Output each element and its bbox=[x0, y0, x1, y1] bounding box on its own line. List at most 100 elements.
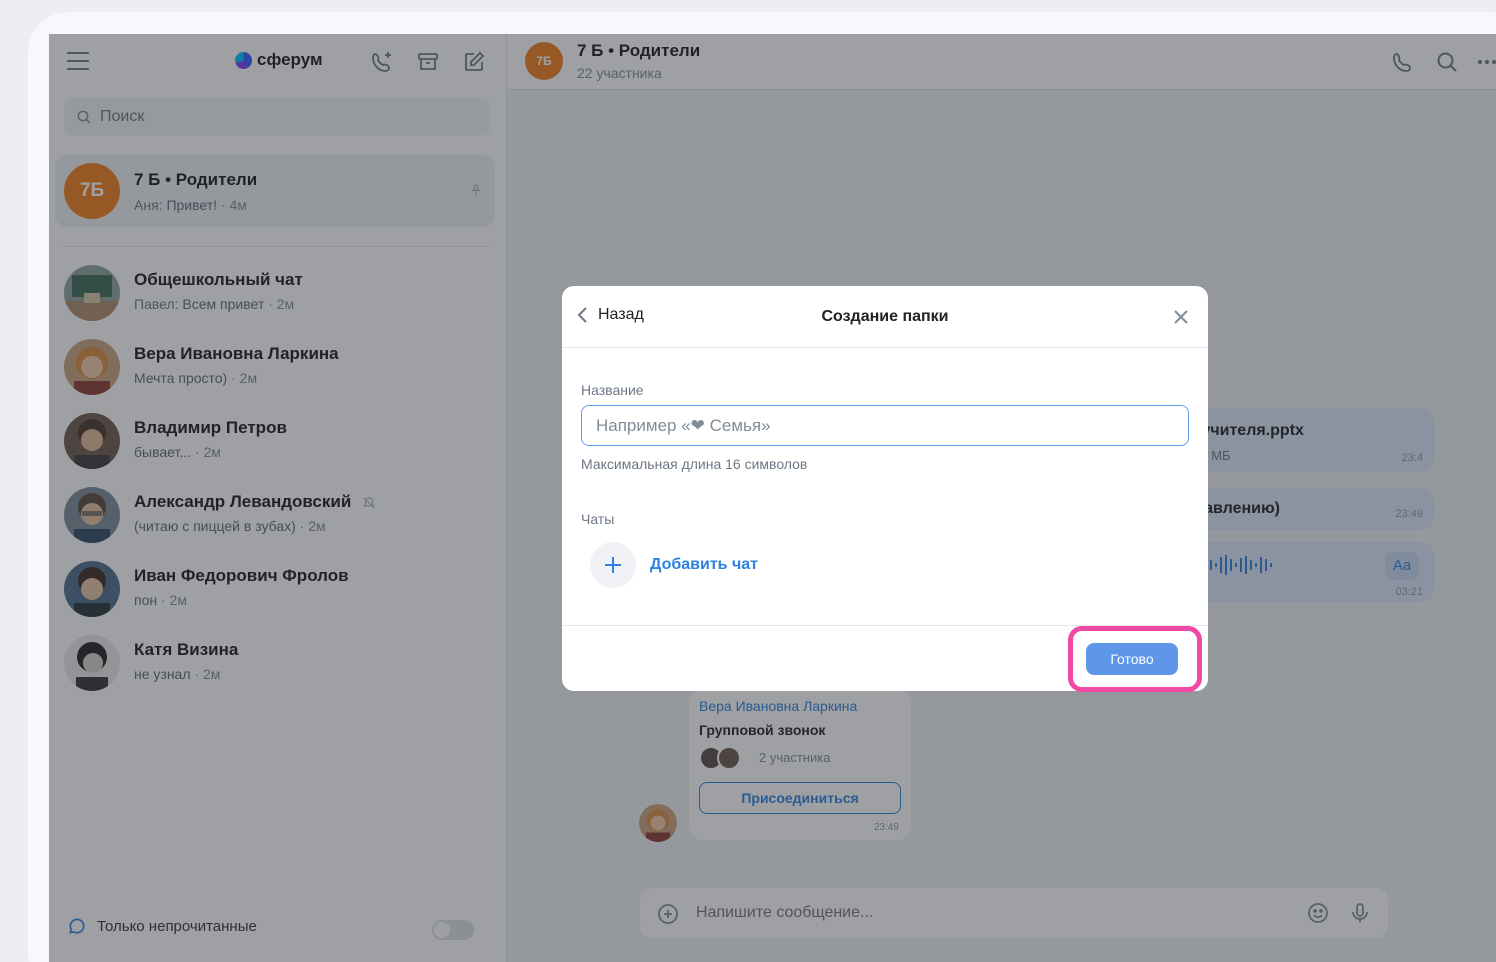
chat-message: не узнал bbox=[134, 666, 191, 682]
modal-footer-divider bbox=[562, 625, 1208, 626]
chat-item[interactable]: Катя Визина не узнал · 2м bbox=[49, 626, 507, 700]
emoji-icon[interactable] bbox=[1306, 901, 1330, 925]
participants-count: 2 участника bbox=[759, 750, 831, 765]
modal-header: Назад Создание папки bbox=[562, 286, 1208, 348]
chat-item[interactable]: Общешкольный чат Павел: Всем привет · 2м bbox=[49, 256, 507, 330]
chat-item[interactable]: Александр Левандовский (читаю с пиццей в… bbox=[49, 478, 507, 552]
add-chat-button[interactable]: Добавить чат bbox=[590, 542, 758, 588]
avatar bbox=[64, 487, 120, 543]
chat-bubble-icon bbox=[69, 918, 85, 934]
avatar-initials: 7Б bbox=[64, 163, 120, 219]
call-title: Групповой звонок bbox=[699, 722, 826, 738]
microphone-icon[interactable] bbox=[1348, 901, 1372, 925]
logo-icon bbox=[235, 51, 252, 69]
search-bar[interactable] bbox=[64, 98, 490, 136]
logo-text: сферум bbox=[257, 50, 323, 69]
chat-time: · 2м bbox=[161, 592, 187, 608]
chat-message: бывает... bbox=[134, 444, 191, 460]
participant-avatars bbox=[699, 746, 741, 770]
app-logo: сферум bbox=[235, 50, 323, 70]
chat-last-message: Павел: Всем привет · 2м bbox=[134, 296, 294, 312]
avatar bbox=[64, 561, 120, 617]
chat-subtitle: 22 участника bbox=[577, 65, 662, 81]
chat-avatar[interactable]: 7Б bbox=[525, 42, 563, 80]
chat-name: Катя Визина bbox=[134, 640, 239, 659]
avatar: 7Б bbox=[64, 163, 120, 219]
group-call-card: Вера Ивановна Ларкина Групповой звонок 2… bbox=[689, 688, 911, 840]
chat-last-message: (читаю с пиццей в зубах) · 2м bbox=[134, 518, 326, 534]
message-time: 23:49 bbox=[873, 822, 899, 833]
chat-author: Павел: bbox=[134, 296, 179, 312]
search-icon bbox=[77, 110, 91, 124]
chat-item[interactable]: Владимир Петров бывает... · 2м bbox=[49, 404, 507, 478]
unread-filter: Только непрочитанные bbox=[67, 916, 257, 936]
call-author[interactable]: Вера Ивановна Ларкина bbox=[699, 698, 857, 714]
chat-name-text: Александр Левандовский bbox=[134, 492, 352, 511]
chat-name: Иван Федорович Фролов bbox=[134, 566, 349, 585]
chat-time: · 2м bbox=[194, 444, 221, 460]
chat-last-message: не узнал · 2м bbox=[134, 666, 220, 682]
avatar bbox=[64, 635, 120, 691]
folder-name-input[interactable] bbox=[581, 405, 1189, 446]
join-call-button[interactable]: Присоединиться bbox=[699, 782, 901, 814]
chat-last-message: пон · 2м bbox=[134, 592, 187, 608]
transcribe-button[interactable]: Aa bbox=[1385, 552, 1419, 580]
chat-message: Всем привет bbox=[182, 296, 265, 312]
chat-last-message: бывает... · 2м bbox=[134, 444, 221, 460]
message-composer bbox=[640, 888, 1388, 938]
compose-icon[interactable] bbox=[462, 50, 486, 74]
chat-name: Вера Ивановна Ларкина bbox=[134, 344, 339, 363]
name-hint: Максимальная длина 16 символов bbox=[581, 456, 808, 472]
archive-icon[interactable] bbox=[416, 50, 440, 74]
chat-time: · 2м bbox=[299, 518, 326, 534]
chat-message: пон bbox=[134, 592, 158, 608]
chat-item[interactable]: Вера Ивановна Ларкина Мечта просто) · 2м bbox=[49, 330, 507, 404]
chat-message: (читаю с пиццей в зубах) bbox=[134, 518, 296, 534]
sidebar-header: сферум bbox=[49, 34, 506, 90]
mute-icon bbox=[363, 496, 375, 509]
menu-icon[interactable] bbox=[67, 52, 89, 70]
chat-message: Мечта просто) bbox=[134, 370, 228, 386]
chat-header: 7Б 7 Б • Родители 22 участника bbox=[507, 34, 1496, 90]
chat-item[interactable]: Иван Федорович Фролов пон · 2м bbox=[49, 552, 507, 626]
close-button[interactable] bbox=[1170, 306, 1192, 328]
chat-time: · 2м bbox=[194, 666, 221, 682]
sidebar: сферум 7Б 7 Б • Родители Аня: Привет! · … bbox=[49, 34, 507, 962]
search-input[interactable] bbox=[100, 108, 480, 126]
plus-icon bbox=[590, 542, 636, 588]
chat-last-message: Мечта просто) · 2м bbox=[134, 370, 257, 386]
chat-name: Александр Левандовский bbox=[134, 492, 376, 512]
message-input[interactable] bbox=[696, 904, 1256, 922]
pin-icon bbox=[470, 184, 482, 196]
unread-toggle[interactable] bbox=[432, 920, 474, 940]
chat-time: · 2м bbox=[268, 296, 295, 312]
chat-name: Общешкольный чат bbox=[134, 270, 303, 289]
more-icon[interactable] bbox=[1475, 50, 1496, 74]
avatar bbox=[717, 746, 741, 770]
attach-icon[interactable] bbox=[656, 902, 680, 926]
chats-label: Чаты bbox=[581, 511, 615, 527]
modal-title: Создание папки bbox=[821, 308, 949, 325]
message-time: 23:49 bbox=[1395, 508, 1423, 520]
avatar bbox=[64, 413, 120, 469]
message-time: 23:4 bbox=[1401, 452, 1423, 464]
chat-author: Аня: bbox=[134, 197, 163, 213]
sender-avatar[interactable] bbox=[639, 804, 677, 842]
name-label: Название bbox=[581, 382, 644, 398]
add-call-icon[interactable] bbox=[370, 50, 394, 74]
avatar bbox=[64, 339, 120, 395]
add-chat-label: Добавить чат bbox=[650, 556, 758, 573]
chat-message: Привет! bbox=[166, 197, 218, 213]
chat-title[interactable]: 7 Б • Родители bbox=[577, 41, 700, 61]
create-folder-modal: Назад Создание папки Название Максимальн… bbox=[562, 286, 1208, 691]
chat-name: Владимир Петров bbox=[134, 418, 287, 437]
done-button[interactable]: Готово bbox=[1086, 643, 1178, 675]
avatar bbox=[64, 265, 120, 321]
chat-item-active[interactable]: 7Б 7 Б • Родители Аня: Привет! · 4м bbox=[55, 155, 495, 227]
phone-icon[interactable] bbox=[1391, 50, 1415, 74]
search-icon[interactable] bbox=[1435, 50, 1459, 74]
voice-duration: 03:21 bbox=[1395, 586, 1423, 598]
unread-filter-label: Только непрочитанные bbox=[97, 917, 257, 935]
chat-time: · 4м bbox=[220, 197, 247, 213]
divider bbox=[63, 246, 491, 247]
